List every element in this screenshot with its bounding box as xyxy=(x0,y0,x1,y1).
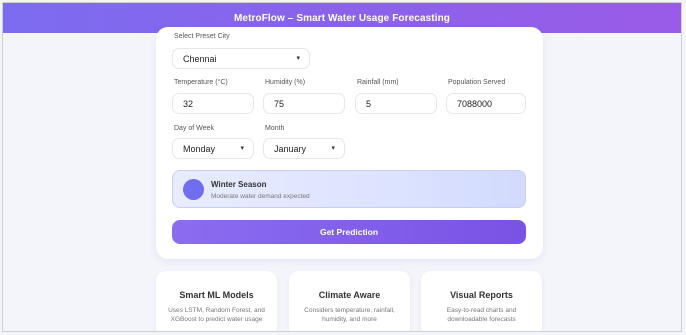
feature-title: Climate Aware xyxy=(318,290,381,300)
feature-desc-line: downloadable forecasts xyxy=(447,316,516,324)
feature-desc-line: XGBoost to predict water usage xyxy=(170,316,263,324)
temperature-label: Temperature (°C) xyxy=(174,79,228,86)
day-value: Monday xyxy=(183,143,216,154)
feature-description: Uses LSTM, Random Forest, and XGBoost to… xyxy=(156,306,277,324)
humidity-value: 75 xyxy=(274,98,285,109)
feature-description: Easy-to-read charts and downloadable for… xyxy=(421,306,542,324)
feature-description: Considers temperature, rainfall, humidit… xyxy=(289,306,410,324)
city-value: Chennai xyxy=(183,53,217,64)
month-label: Month xyxy=(265,125,285,132)
population-value: 7088000 xyxy=(457,98,493,109)
rainfall-value: 5 xyxy=(366,98,372,109)
population-input[interactable]: 7088000 xyxy=(446,93,526,114)
temperature-input[interactable]: 32 xyxy=(172,93,254,114)
month-select[interactable]: January ▾ xyxy=(263,138,345,159)
feature-desc-line: humidity, and more xyxy=(322,316,377,324)
season-description: Moderate water demand expected xyxy=(211,193,310,200)
forecast-form-card: Select Preset City Chennai ▾ Temperature… xyxy=(156,27,543,259)
month-value: January xyxy=(274,143,307,154)
season-title: Winter Season xyxy=(211,180,267,189)
feature-card-ml-models: Smart ML Models Uses LSTM, Random Forest… xyxy=(156,271,277,331)
feature-desc-line: Considers temperature, rainfall, xyxy=(304,307,395,314)
feature-desc-line: Easy-to-read charts and xyxy=(446,307,517,314)
feature-card-climate-aware: Climate Aware Considers temperature, rai… xyxy=(289,271,410,331)
chevron-down-icon: ▾ xyxy=(331,145,335,152)
feature-card-visual-reports: Visual Reports Easy-to-read charts and d… xyxy=(421,271,542,331)
season-circle-icon xyxy=(183,179,204,200)
day-select[interactable]: Monday ▾ xyxy=(172,138,254,159)
app-window: MetroFlow – Smart Water Usage Forecastin… xyxy=(2,2,682,332)
day-label: Day of Week xyxy=(174,125,214,132)
humidity-input[interactable]: 75 xyxy=(263,93,345,114)
feature-desc-line: Uses LSTM, Random Forest, and xyxy=(168,307,265,314)
app-title: MetroFlow – Smart Water Usage Forecastin… xyxy=(234,12,450,24)
rainfall-label: Rainfall (mm) xyxy=(357,79,399,86)
chevron-down-icon: ▾ xyxy=(296,55,300,62)
get-prediction-button[interactable]: Get Prediction xyxy=(172,220,526,244)
humidity-label: Humidity (%) xyxy=(265,79,306,86)
season-banner: Winter Season Moderate water demand expe… xyxy=(172,170,526,208)
chevron-down-icon: ▾ xyxy=(240,145,244,152)
temperature-value: 32 xyxy=(183,98,194,109)
city-select[interactable]: Chennai ▾ xyxy=(172,48,310,69)
population-label: Population Served xyxy=(448,79,506,86)
rainfall-input[interactable]: 5 xyxy=(355,93,437,114)
feature-title: Visual Reports xyxy=(450,290,513,300)
feature-title: Smart ML Models xyxy=(179,290,254,300)
city-label: Select Preset City xyxy=(174,33,230,40)
